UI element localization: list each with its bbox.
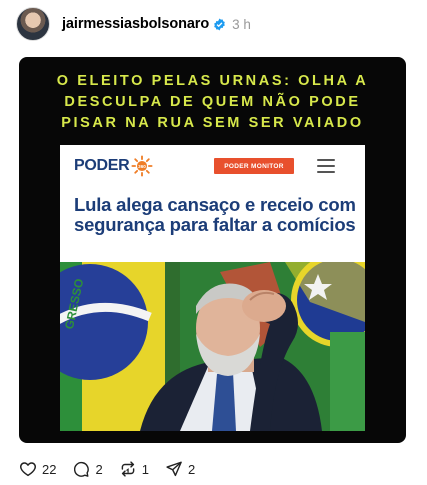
like-count: 22 xyxy=(42,461,57,477)
overlay-text-line: PISAR NA RUA SEM SER VAIADO xyxy=(61,115,364,131)
like-button[interactable]: 22 xyxy=(19,460,56,478)
repost-icon xyxy=(121,461,135,477)
heart-icon xyxy=(20,462,36,477)
article-photo: GRESSO xyxy=(60,262,365,431)
poder-monitor-button: PODER MONITOR xyxy=(214,158,294,174)
username-link[interactable]: jairmessiasbolsonaro xyxy=(62,16,209,32)
verified-badge-icon xyxy=(214,18,225,30)
news-site-navbar: PODER 360 PODER MONITOR xyxy=(60,145,365,187)
comment-icon xyxy=(74,461,90,477)
overlay-text-line: DESCULPA DE QUEM NÃO PODE xyxy=(64,94,361,110)
avatar[interactable] xyxy=(16,7,50,41)
post-action-bar: 22 2 1 2 xyxy=(19,458,211,480)
post-header: jairmessiasbolsonaro 3 h xyxy=(16,6,251,42)
share-icon xyxy=(166,461,182,477)
logo-sub-text: 360 xyxy=(139,164,147,169)
comment-count: 2 xyxy=(95,461,103,477)
repost-button[interactable]: 1 xyxy=(119,460,149,478)
overlay-text-line: O ELEITO PELAS URNAS: OLHA A xyxy=(56,73,369,89)
hamburger-menu-icon xyxy=(317,159,335,173)
post-timestamp: 3 h xyxy=(232,16,251,32)
share-button[interactable]: 2 xyxy=(165,460,195,478)
repost-count: 1 xyxy=(141,461,149,477)
comment-button[interactable]: 2 xyxy=(72,460,103,478)
news-screenshot: PODER 360 PODER MONITOR Lula alega cansa… xyxy=(60,145,365,431)
poder-sun-icon: 360 xyxy=(131,155,153,177)
post-image[interactable]: O ELEITO PELAS URNAS: OLHA A DESCULPA DE… xyxy=(19,57,406,443)
article-headline: Lula alega cansaço e receio com seguranç… xyxy=(74,194,356,235)
share-count: 2 xyxy=(187,461,196,477)
poder360-logo: PODER 360 xyxy=(74,155,153,177)
logo-text: PODER xyxy=(74,157,130,174)
